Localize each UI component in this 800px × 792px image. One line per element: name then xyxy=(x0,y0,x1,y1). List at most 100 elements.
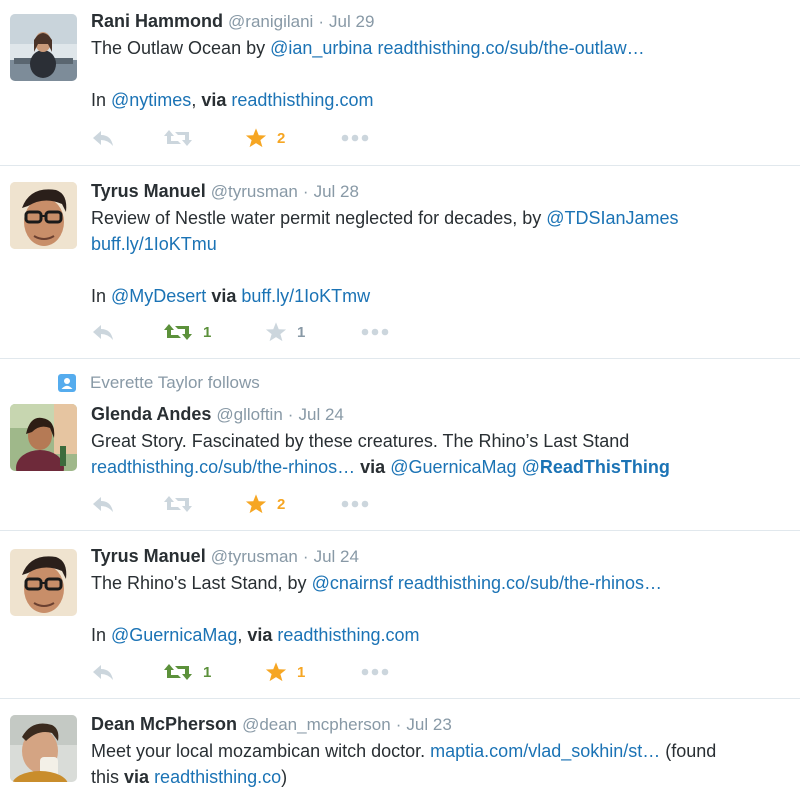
timestamp[interactable]: Jul 23 xyxy=(406,715,451,734)
tweet[interactable]: Glenda Andes @glloftin · Jul 24 Great St… xyxy=(0,359,800,531)
star-icon xyxy=(265,322,287,342)
timestamp[interactable]: Jul 29 xyxy=(329,12,374,31)
favorite-count: 2 xyxy=(277,129,286,147)
more-button[interactable] xyxy=(361,660,389,684)
favorite-button[interactable]: 2 xyxy=(245,492,285,516)
author-name[interactable]: Rani Hammond xyxy=(91,11,223,31)
text-span: , xyxy=(191,90,202,110)
favorite-count: 2 xyxy=(277,495,286,513)
favorite-button[interactable]: 1 xyxy=(265,660,305,684)
url-link[interactable]: readthisthing.com xyxy=(231,90,373,110)
mention-link[interactable]: @nytimes xyxy=(111,90,191,110)
author-handle[interactable]: @ranigilani xyxy=(228,12,313,31)
text-span: The Rhino's Last Stand, by xyxy=(91,573,312,593)
author-name[interactable]: Glenda Andes xyxy=(91,404,211,424)
tweet-header: Dean McPherson @dean_mcpherson · Jul 23 xyxy=(91,713,792,736)
author-handle[interactable]: @glloftin xyxy=(216,405,282,424)
url-link[interactable]: buff.ly/1IoKTmw xyxy=(241,286,370,306)
more-icon xyxy=(361,668,389,676)
mention-link[interactable]: @MyDesert xyxy=(111,286,206,306)
reply-button[interactable] xyxy=(91,492,115,516)
reply-button[interactable] xyxy=(91,660,115,684)
url-link[interactable]: buff.ly/1IoKTmu xyxy=(91,234,217,254)
avatar[interactable] xyxy=(10,182,77,249)
mention-link[interactable]: @TDSIanJames xyxy=(546,208,678,228)
retweet-button[interactable]: 1 xyxy=(163,660,211,684)
text-span: The Outlaw Ocean by xyxy=(91,38,271,58)
url-link[interactable]: readthisthing.co/sub/the-rhinos… xyxy=(398,573,662,593)
favorite-count: 1 xyxy=(297,663,306,681)
author-name[interactable]: Tyrus Manuel xyxy=(91,546,206,566)
tweet-text: The Outlaw Ocean by @ian_urbina readthis… xyxy=(91,35,792,113)
author-name[interactable]: Dean McPherson xyxy=(91,714,237,734)
mention-at-sign: @ xyxy=(521,457,540,477)
mention-link[interactable]: @ReadThisThing xyxy=(522,457,670,477)
favorite-button[interactable]: 1 xyxy=(265,320,305,344)
text-span: , xyxy=(237,625,248,645)
more-button[interactable] xyxy=(341,492,369,516)
tweet[interactable]: Tyrus Manuel @tyrusman · Jul 24 The Rhin… xyxy=(0,531,800,699)
favorite-count: 1 xyxy=(297,323,306,341)
retweet-button[interactable] xyxy=(163,492,203,516)
separator-dot: · xyxy=(395,715,402,734)
separator-dot: · xyxy=(318,12,325,31)
tweet-header: Rani Hammond @ranigilani · Jul 29 xyxy=(91,10,792,33)
via-label: via xyxy=(201,90,227,110)
reply-icon xyxy=(93,131,113,146)
avatar[interactable] xyxy=(10,549,77,616)
via-label: via xyxy=(124,767,150,787)
avatar[interactable] xyxy=(10,715,77,782)
reply-icon xyxy=(93,665,113,680)
text-span: In xyxy=(91,286,112,306)
mention-username: ReadThisThing xyxy=(539,457,670,477)
author-handle[interactable]: @tyrusman xyxy=(211,547,298,566)
mention-link[interactable]: @GuernicaMag xyxy=(111,625,237,645)
text-span: Review of Nestle water permit neglected … xyxy=(91,208,547,228)
reply-button[interactable] xyxy=(91,320,115,344)
author-handle[interactable]: @dean_mcpherson xyxy=(242,715,391,734)
tweet[interactable]: Tyrus Manuel @tyrusman · Jul 28 Review o… xyxy=(0,166,800,359)
mention-link[interactable]: @GuernicaMag xyxy=(390,457,516,477)
via-label: via xyxy=(247,625,273,645)
more-icon xyxy=(341,134,369,142)
more-button[interactable] xyxy=(361,320,389,344)
tweet[interactable]: Dean McPherson @dean_mcpherson · Jul 23 … xyxy=(0,699,800,792)
more-button[interactable] xyxy=(341,126,369,150)
tweet-header: Glenda Andes @glloftin · Jul 24 xyxy=(91,403,792,426)
timestamp[interactable]: Jul 24 xyxy=(298,405,343,424)
star-icon xyxy=(245,494,267,514)
retweet-icon xyxy=(164,496,192,512)
via-label: via xyxy=(360,457,386,477)
retweet-icon xyxy=(164,130,192,146)
star-icon xyxy=(245,128,267,148)
avatar[interactable] xyxy=(10,14,77,81)
url-link[interactable]: readthisthing.co xyxy=(154,767,281,787)
tweet-header: Tyrus Manuel @tyrusman · Jul 28 xyxy=(91,180,792,203)
retweet-button[interactable]: 1 xyxy=(163,320,211,344)
tweet-header: Tyrus Manuel @tyrusman · Jul 24 xyxy=(91,545,792,568)
author-name[interactable]: Tyrus Manuel xyxy=(91,181,206,201)
retweet-button[interactable] xyxy=(163,126,203,150)
author-handle[interactable]: @tyrusman xyxy=(211,182,298,201)
reply-button[interactable] xyxy=(91,126,115,150)
timestamp[interactable]: Jul 28 xyxy=(314,182,359,201)
reply-icon xyxy=(93,325,113,340)
avatar[interactable] xyxy=(10,404,77,471)
star-icon xyxy=(265,662,287,682)
retweet-count: 1 xyxy=(203,323,212,341)
favorite-button[interactable]: 2 xyxy=(245,126,285,150)
url-link[interactable]: readthisthing.co/sub/the-outlaw… xyxy=(377,38,644,58)
url-link[interactable]: readthisthing.co/sub/the-rhinos… xyxy=(91,457,355,477)
separator-dot: · xyxy=(302,547,309,566)
timestamp[interactable]: Jul 24 xyxy=(314,547,359,566)
mention-link[interactable]: @ian_urbina xyxy=(270,38,372,58)
reply-icon xyxy=(93,497,113,512)
text-span: Meet your local mozambican witch doctor. xyxy=(91,741,431,761)
url-link[interactable]: maptia.com/vlad_sokhin/st… xyxy=(430,741,660,761)
tweet[interactable]: Rani Hammond @ranigilani · Jul 29 The Ou… xyxy=(0,0,800,166)
separator-dot: · xyxy=(302,182,309,201)
more-icon xyxy=(361,328,389,336)
url-link[interactable]: readthisthing.com xyxy=(277,625,419,645)
mention-link[interactable]: @cnairnsf xyxy=(312,573,393,593)
text-span: this xyxy=(91,767,125,787)
